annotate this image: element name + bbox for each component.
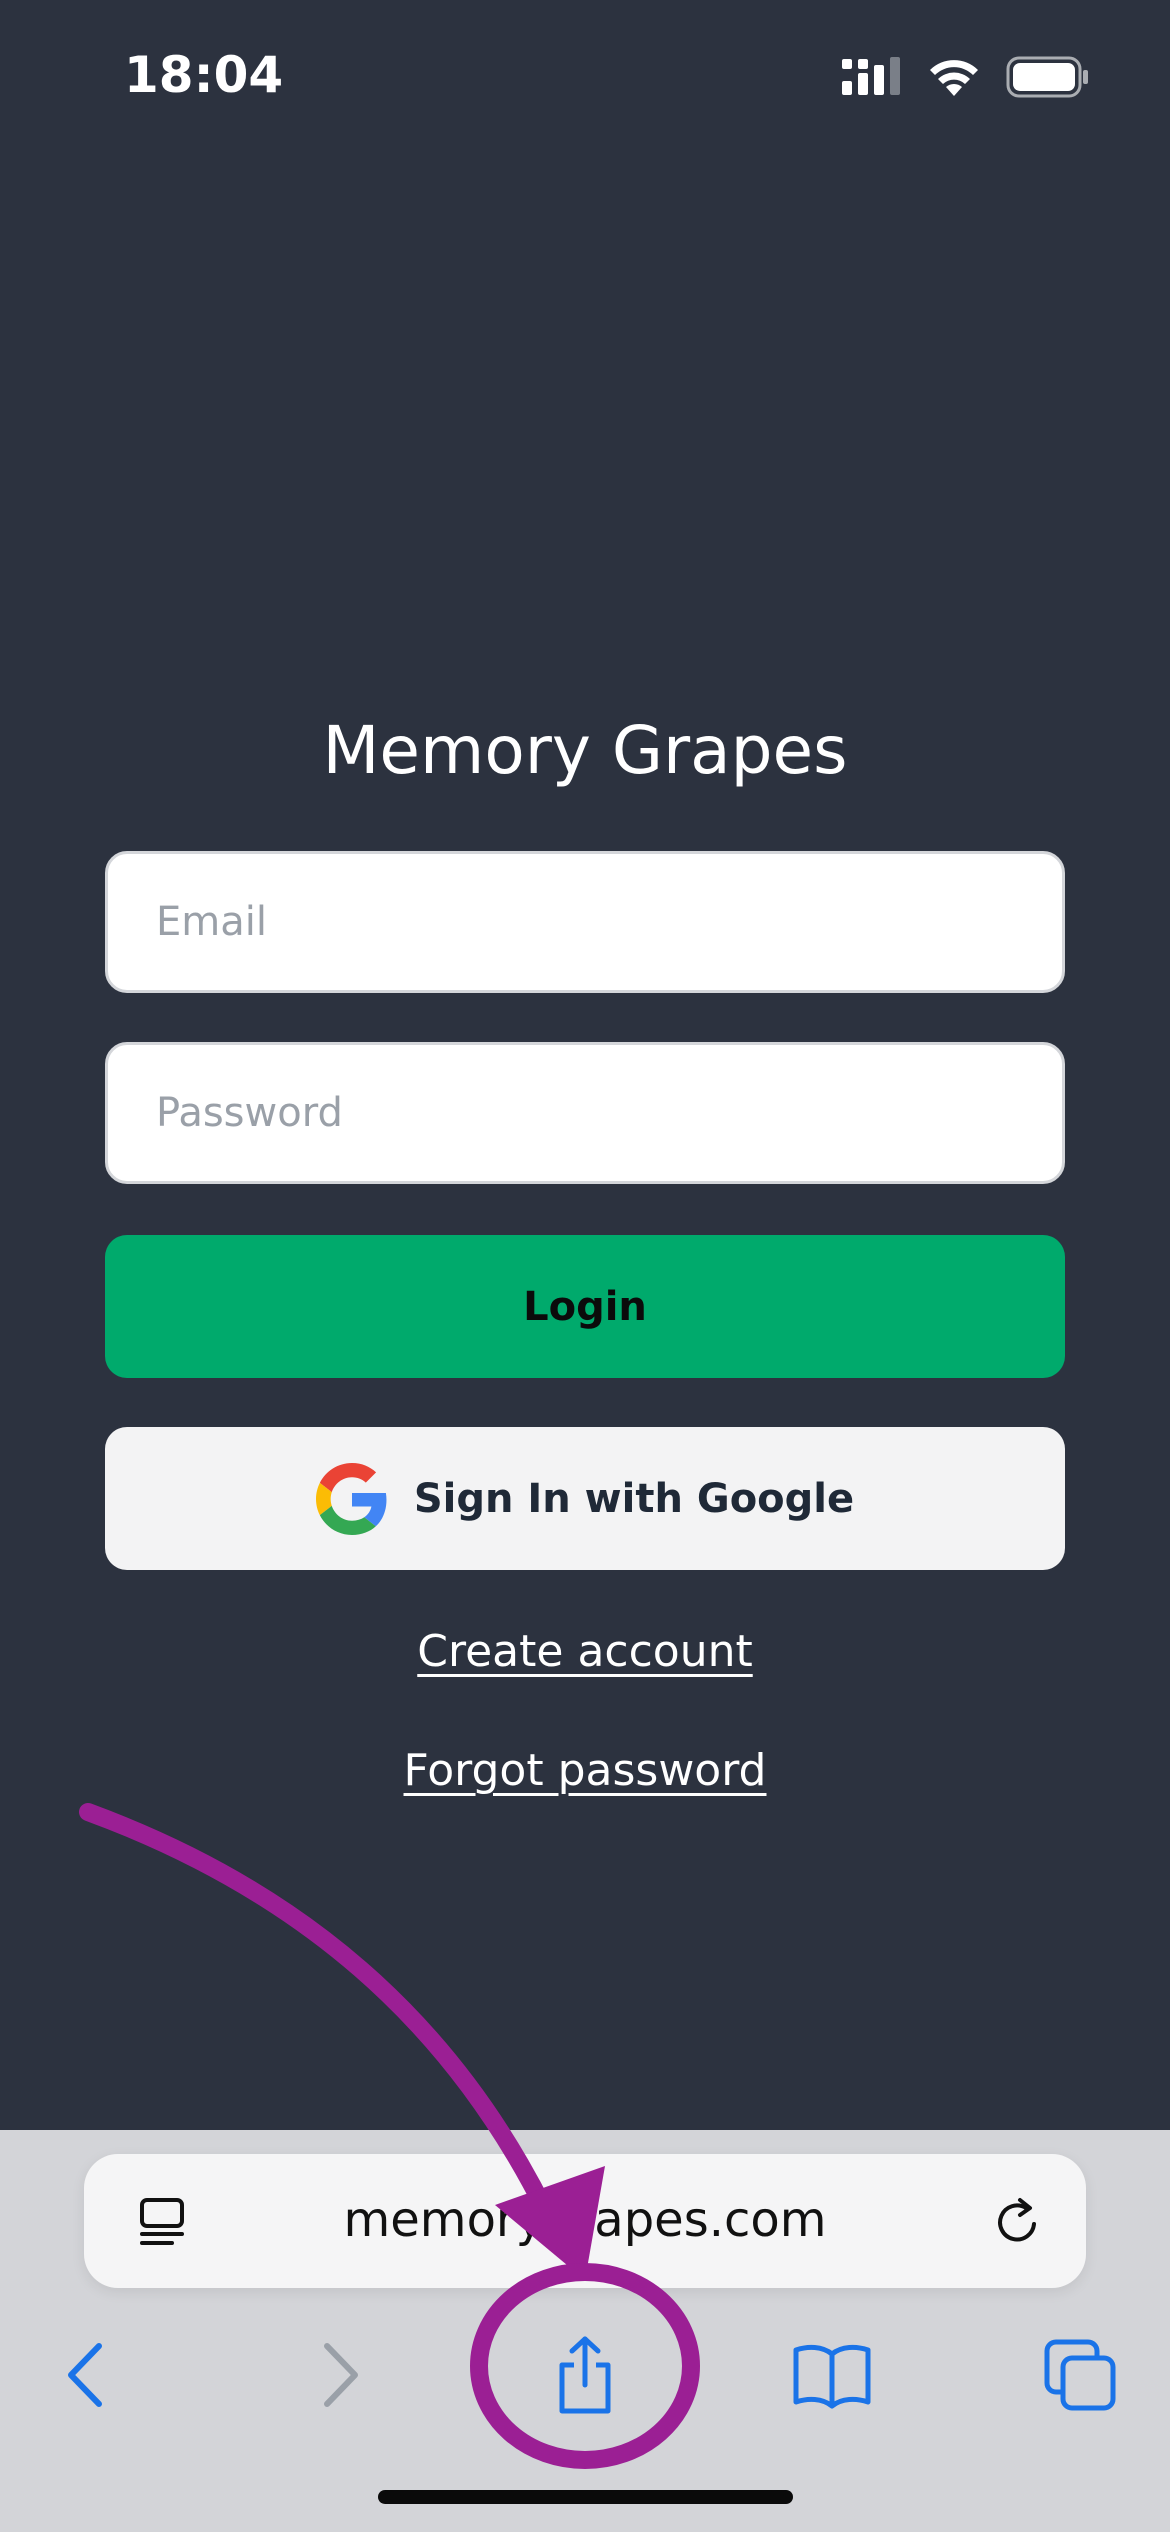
- bookmarks-button[interactable]: [777, 2320, 887, 2430]
- book-icon: [793, 2344, 871, 2409]
- wifi-icon: [930, 60, 978, 96]
- google-sign-in-button[interactable]: Sign In with Google: [105, 1427, 1065, 1570]
- status-time: 18:04: [124, 46, 284, 104]
- browser-toolbar: memorygrapes.com: [0, 2130, 1170, 2532]
- forgot-password-link[interactable]: Forgot password: [0, 1745, 1170, 1796]
- google-logo-icon: [315, 1462, 387, 1535]
- tabs-button[interactable]: [1025, 2320, 1135, 2430]
- password-input[interactable]: [156, 1090, 1014, 1136]
- reload-icon[interactable]: [990, 2194, 1046, 2250]
- forgot-password-label[interactable]: Forgot password: [404, 1745, 767, 1796]
- email-input[interactable]: [156, 899, 1014, 945]
- tabs-icon: [1044, 2339, 1116, 2411]
- url-text[interactable]: memorygrapes.com: [84, 2192, 1086, 2248]
- battery-icon: [1006, 56, 1088, 98]
- create-account-link[interactable]: Create account: [0, 1626, 1170, 1677]
- app-title: Memory Grapes: [322, 712, 848, 789]
- chevron-left-icon: [68, 2343, 102, 2407]
- cellular-signal-icon: [842, 57, 900, 95]
- share-icon: [559, 2336, 611, 2414]
- home-indicator: [378, 2490, 793, 2504]
- address-bar[interactable]: memorygrapes.com: [84, 2154, 1086, 2288]
- back-button[interactable]: [32, 2320, 142, 2430]
- password-field[interactable]: [105, 1042, 1065, 1184]
- email-field[interactable]: [105, 851, 1065, 993]
- status-icons: [840, 56, 1090, 98]
- chevron-right-icon: [324, 2343, 358, 2407]
- create-account-label[interactable]: Create account: [417, 1626, 752, 1677]
- login-button[interactable]: Login: [105, 1235, 1065, 1378]
- google-sign-in-label: Sign In with Google: [413, 1475, 855, 1522]
- status-bar: 18:04: [0, 0, 1170, 150]
- share-button[interactable]: [530, 2320, 640, 2430]
- forward-button[interactable]: [284, 2320, 394, 2430]
